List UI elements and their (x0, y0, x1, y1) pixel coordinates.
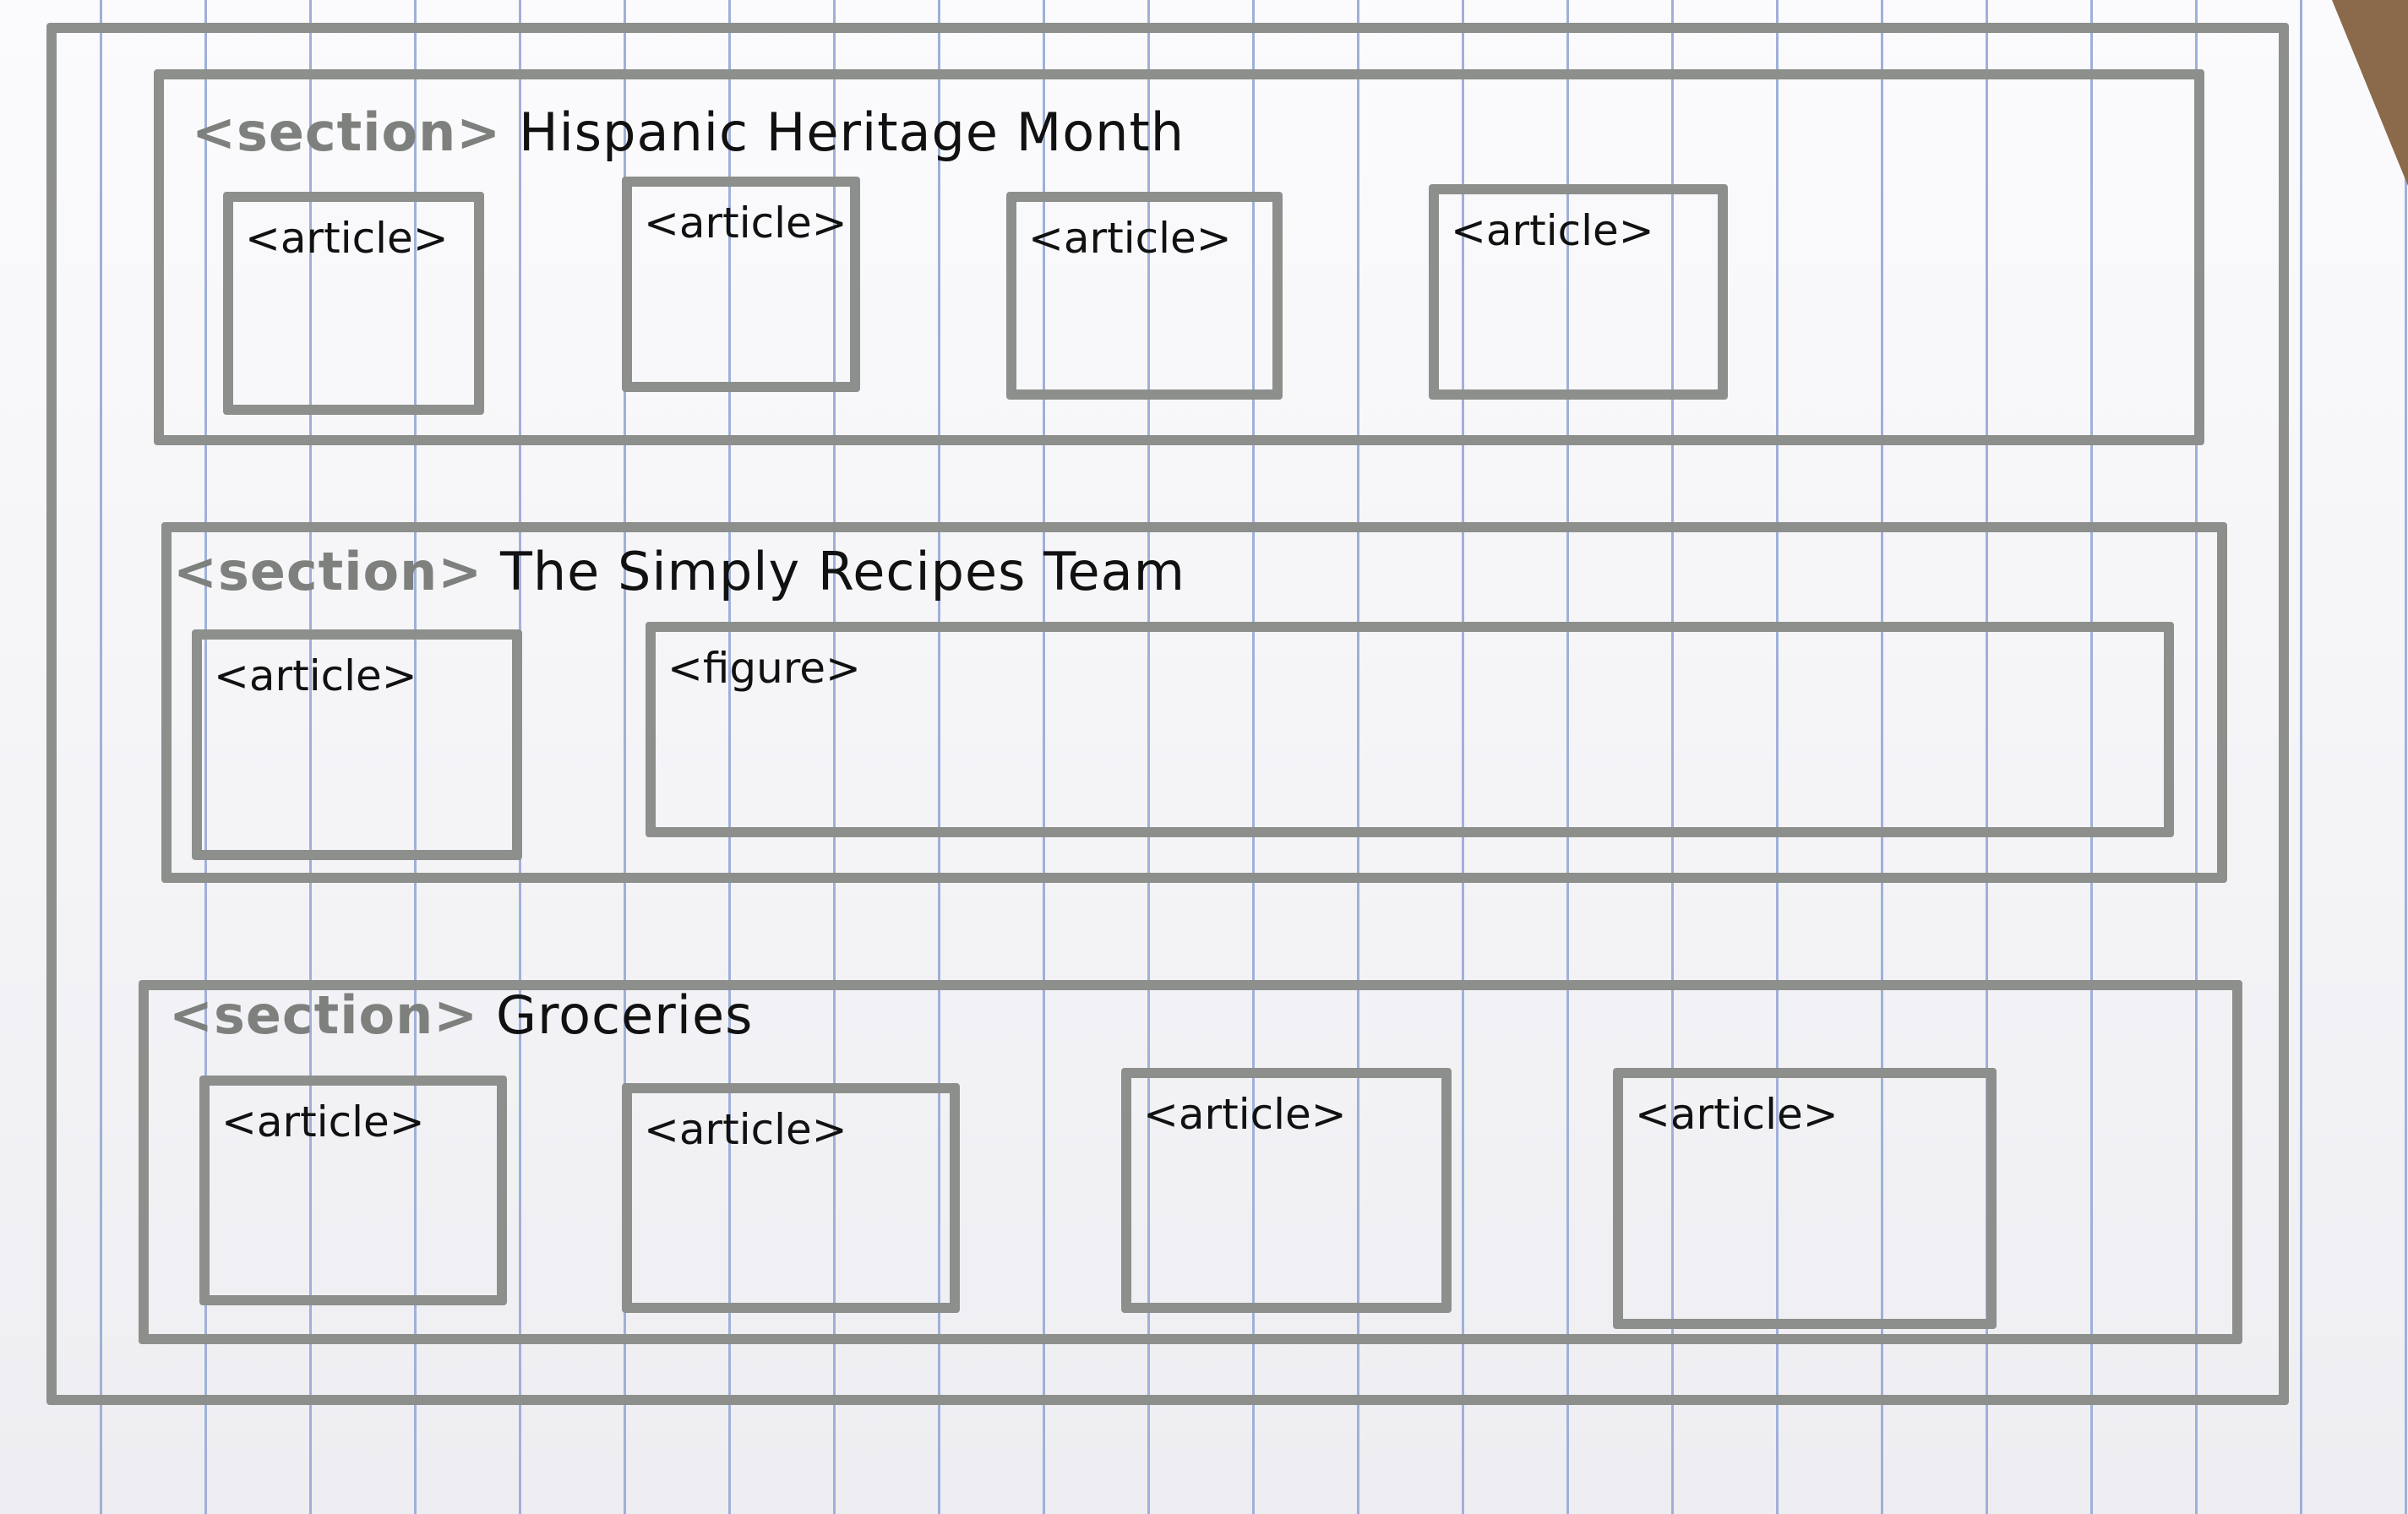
figure-label: <figure> (667, 644, 861, 693)
article-label: <article> (1451, 206, 1654, 255)
section-tag: <section> (192, 101, 502, 163)
article-label: <article> (644, 1105, 847, 1154)
article-label: <article> (1635, 1090, 1839, 1139)
article-box: <article> (622, 177, 860, 392)
article-label: <article> (245, 214, 449, 263)
section-label: <section> Hispanic Heritage Month (192, 101, 1185, 163)
article-box: <article> (199, 1076, 507, 1305)
article-label: <article> (221, 1097, 425, 1146)
article-box: <article> (1006, 192, 1283, 400)
section-title: Groceries (495, 984, 754, 1046)
section-label: <section> Groceries (169, 984, 753, 1046)
section-tag: <section> (173, 541, 483, 602)
article-box: <article> (223, 192, 484, 415)
article-label: <article> (214, 651, 417, 700)
article-box: <article> (1121, 1068, 1452, 1313)
article-box: <article> (622, 1083, 960, 1313)
article-label: <article> (1143, 1090, 1347, 1139)
figure-box: <figure> (646, 622, 2174, 837)
article-label: <article> (1028, 214, 1232, 263)
section-tag: <section> (169, 984, 479, 1046)
section-label: <section> The Simply Recipes Team (173, 541, 1185, 602)
article-box: <article> (192, 629, 522, 860)
article-label: <article> (644, 199, 847, 248)
section-title: Hispanic Heritage Month (518, 101, 1185, 163)
article-box: <article> (1429, 184, 1728, 400)
section-title: The Simply Recipes Team (499, 541, 1186, 602)
article-box: <article> (1613, 1068, 1997, 1329)
table-surface (2332, 0, 2408, 186)
